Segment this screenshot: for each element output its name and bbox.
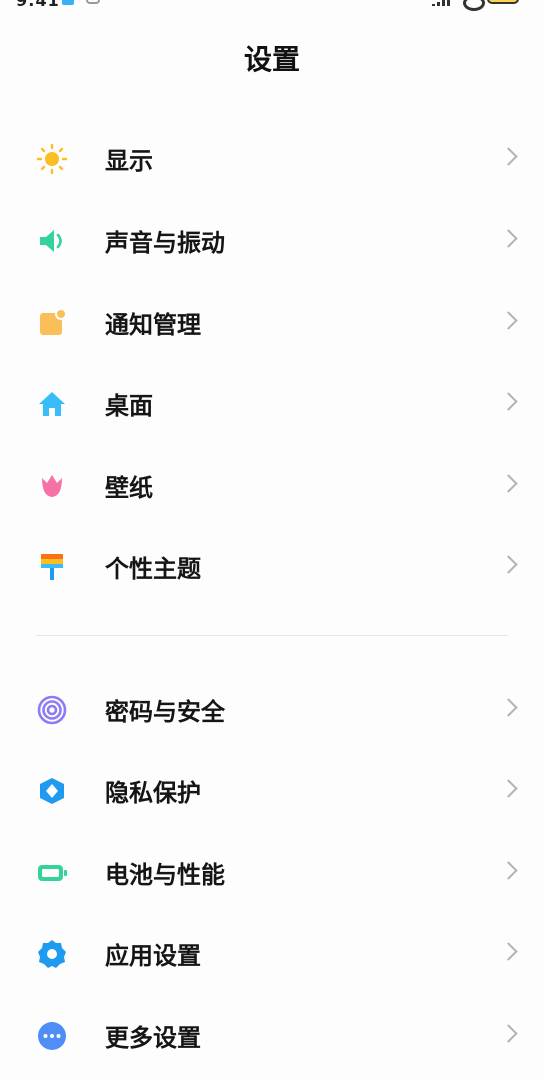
chevron-right-icon xyxy=(499,474,518,493)
theme-brush-icon xyxy=(41,554,63,580)
fingerprint-icon xyxy=(37,695,67,725)
chevron-right-icon xyxy=(499,861,518,880)
home-icon xyxy=(39,392,65,416)
section-divider xyxy=(36,635,508,636)
settings-item-battery[interactable]: 电池与性能 xyxy=(0,831,544,913)
speaker-icon xyxy=(40,230,62,252)
gear-icon xyxy=(38,940,66,968)
settings-item-privacy[interactable]: 隐私保护 xyxy=(0,749,544,831)
settings-item-label: 更多设置 xyxy=(105,1024,201,1052)
chevron-right-icon xyxy=(499,311,518,330)
settings-item-label: 声音与振动 xyxy=(105,229,225,257)
page-title: 设置 xyxy=(243,43,300,76)
chevron-right-icon xyxy=(499,147,518,166)
chevron-right-icon xyxy=(499,942,518,961)
battery-icon xyxy=(38,865,67,881)
settings-item-label: 壁纸 xyxy=(105,474,153,502)
privacy-shield-icon xyxy=(40,778,64,804)
chevron-right-icon xyxy=(499,698,518,717)
chevron-right-icon xyxy=(499,1024,518,1043)
settings-item-label: 桌面 xyxy=(105,392,153,420)
sun-icon xyxy=(36,143,68,175)
settings-item-display[interactable]: 显示 xyxy=(0,117,544,199)
settings-item-label: 隐私保护 xyxy=(105,779,201,807)
battery-icon xyxy=(487,0,519,4)
status-bar: 9:41 xyxy=(0,0,544,14)
settings-item-label: 个性主题 xyxy=(105,555,201,583)
settings-item-notifications[interactable]: 通知管理 xyxy=(0,281,544,363)
settings-item-sound[interactable]: 声音与振动 xyxy=(0,199,544,281)
more-icon xyxy=(38,1022,66,1050)
settings-item-label: 通知管理 xyxy=(105,311,201,339)
notification-icon xyxy=(62,0,74,5)
settings-item-label: 密码与安全 xyxy=(105,698,225,726)
notification-icon xyxy=(40,308,67,335)
settings-item-desktop[interactable]: 桌面 xyxy=(0,362,544,444)
wifi-icon xyxy=(463,0,485,11)
settings-item-themes[interactable]: 个性主题 xyxy=(0,525,544,607)
app-notification-icon xyxy=(86,0,100,4)
status-time: 9:41 xyxy=(16,0,60,10)
settings-item-more-settings[interactable]: 更多设置 xyxy=(0,994,544,1076)
settings-item-app-settings[interactable]: 应用设置 xyxy=(0,912,544,994)
settings-item-label: 显示 xyxy=(105,147,153,175)
chevron-right-icon xyxy=(499,392,518,411)
signal-icon xyxy=(432,0,454,8)
settings-item-label: 电池与性能 xyxy=(105,861,225,889)
settings-item-label: 应用设置 xyxy=(105,942,201,970)
chevron-right-icon xyxy=(499,229,518,248)
settings-item-wallpaper[interactable]: 壁纸 xyxy=(0,444,544,526)
chevron-right-icon xyxy=(499,555,518,574)
tulip-icon xyxy=(42,475,62,497)
settings-item-password-security[interactable]: 密码与安全 xyxy=(0,668,544,750)
chevron-right-icon xyxy=(499,779,518,798)
